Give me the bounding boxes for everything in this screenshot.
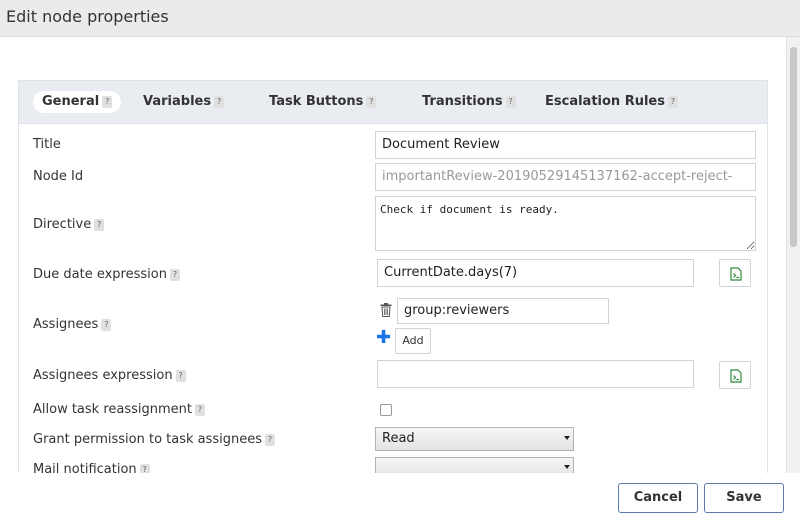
mail-notification-select[interactable] — [375, 457, 574, 473]
help-icon[interactable]: ? — [667, 95, 678, 108]
grant-permission-label-text: Grant permission to task assignees — [33, 432, 263, 447]
tab-escalation-rules[interactable]: Escalation Rules? — [545, 91, 678, 113]
due-date-input[interactable]: CurrentDate.days(7) — [377, 259, 694, 287]
add-assignee-icon[interactable]: ✚ — [376, 329, 391, 347]
allow-reassignment-label-text: Allow task reassignment — [33, 402, 193, 417]
dialog-body[interactable]: General? Variables? Task Buttons? Transi… — [0, 37, 786, 473]
scrollbar-thumb[interactable] — [790, 47, 797, 247]
tab-label: General — [42, 94, 100, 109]
directive-label: Directive? — [33, 217, 105, 232]
due-date-label: Due date expression? — [33, 267, 180, 282]
vertical-scrollbar[interactable] — [786, 37, 800, 473]
assignees-label: Assignees? — [33, 317, 112, 332]
allow-reassignment-checkbox[interactable] — [380, 404, 392, 416]
tab-label: Task Buttons — [269, 94, 364, 109]
node-id-input[interactable]: importantReview-20190529145137162-accept… — [375, 163, 756, 210]
tab-label: Variables — [143, 94, 212, 109]
help-icon[interactable]: ? — [366, 95, 377, 108]
grant-permission-value: Read — [382, 431, 415, 446]
help-icon[interactable]: ? — [265, 433, 276, 446]
assignees-expression-script-button[interactable] — [719, 361, 751, 389]
tab-transitions[interactable]: Transitions? — [422, 91, 516, 113]
help-icon[interactable]: ? — [101, 318, 112, 331]
title-label: Title — [33, 137, 61, 152]
due-date-script-button[interactable] — [719, 259, 751, 287]
mail-notification-label: Mail notification? — [33, 462, 150, 473]
chevron-down-icon — [564, 436, 570, 440]
grant-permission-select[interactable]: Read — [375, 427, 574, 451]
help-icon[interactable]: ? — [102, 95, 113, 108]
script-icon — [730, 267, 742, 281]
cancel-button[interactable]: Cancel — [618, 483, 698, 513]
dialog-title: Edit node properties — [6, 7, 169, 26]
dialog-footer: Cancel Save — [0, 473, 800, 526]
assignees-label-text: Assignees — [33, 317, 99, 332]
add-assignee-button[interactable]: Add — [395, 328, 431, 354]
assignees-expression-label-text: Assignees expression — [33, 368, 173, 383]
node-id-label: Node Id — [33, 169, 84, 184]
assignees-expression-label: Assignees expression? — [33, 368, 186, 383]
mail-notification-label-text: Mail notification — [33, 462, 137, 473]
help-icon[interactable]: ? — [195, 403, 206, 416]
directive-label-text: Directive — [33, 217, 92, 232]
help-icon[interactable]: ? — [175, 369, 186, 382]
assignees-expression-input[interactable] — [377, 360, 694, 388]
tab-variables[interactable]: Variables? — [143, 91, 225, 113]
due-date-label-text: Due date expression — [33, 267, 167, 282]
tab-general[interactable]: General? — [33, 91, 122, 113]
help-icon[interactable]: ? — [505, 95, 516, 108]
tab-task-buttons[interactable]: Task Buttons? — [269, 91, 377, 113]
help-icon[interactable]: ? — [169, 268, 180, 281]
save-button[interactable]: Save — [704, 483, 784, 513]
help-icon[interactable]: ? — [139, 463, 150, 473]
assignee-input[interactable]: group:reviewers — [397, 298, 609, 324]
tab-label: Escalation Rules — [545, 94, 665, 109]
title-input[interactable]: Document Review — [375, 131, 756, 159]
grant-permission-label: Grant permission to task assignees? — [33, 432, 276, 447]
script-icon — [730, 369, 742, 383]
dialog-header: Edit node properties — [0, 0, 800, 37]
help-icon[interactable]: ? — [214, 95, 225, 108]
tab-label: Transitions — [422, 94, 503, 109]
allow-reassignment-label: Allow task reassignment? — [33, 402, 206, 417]
trash-icon[interactable] — [380, 303, 392, 317]
chevron-down-icon — [564, 465, 570, 469]
directive-textarea[interactable]: Check if document is ready. — [375, 196, 756, 251]
help-icon[interactable]: ? — [94, 218, 105, 231]
tab-bar: General? Variables? Task Buttons? Transi… — [19, 81, 767, 124]
